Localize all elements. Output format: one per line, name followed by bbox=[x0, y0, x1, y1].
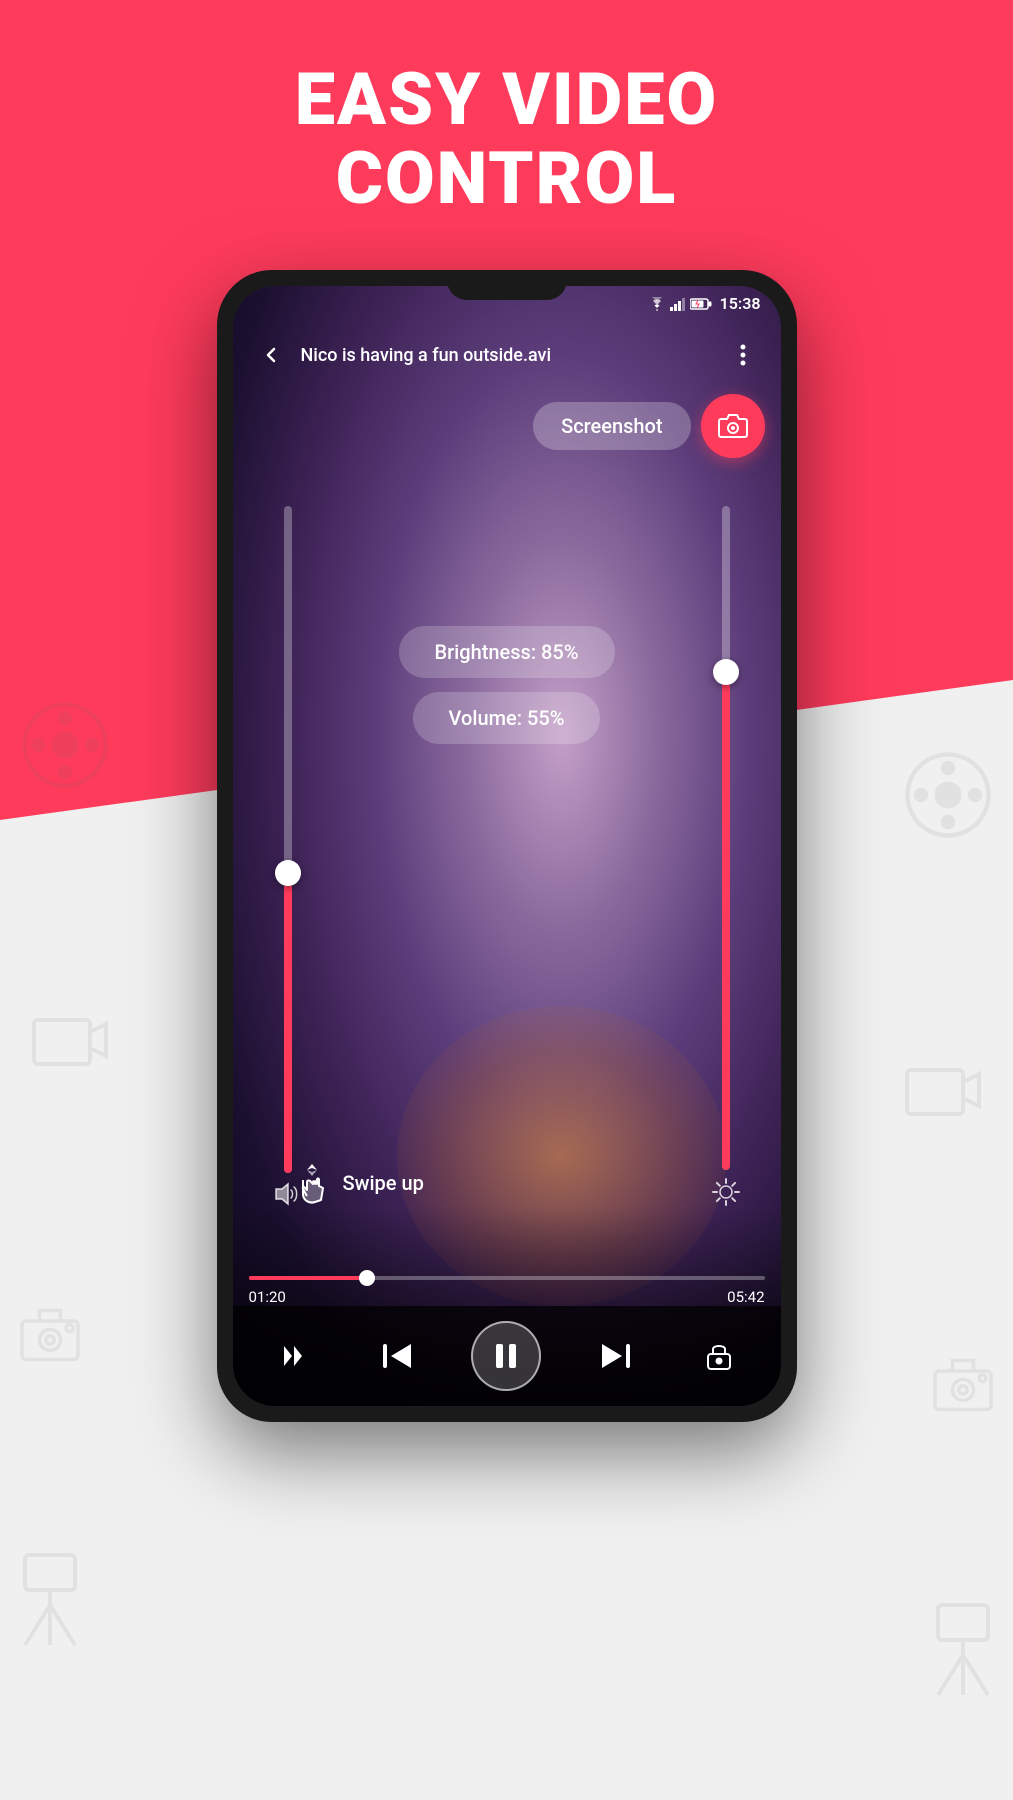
brightness-slider-thumb[interactable] bbox=[713, 659, 739, 685]
progress-bar-thumb[interactable] bbox=[359, 1270, 375, 1286]
lock-button[interactable] bbox=[689, 1326, 749, 1386]
volume-slider-fill bbox=[284, 873, 292, 1173]
video-title: Nico is having a fun outside.avi bbox=[301, 345, 713, 366]
progress-current-time: 01:20 bbox=[249, 1288, 286, 1306]
hero-title: EASY VIDEO CONTROL bbox=[0, 60, 1013, 218]
progress-times: 01:20 05:42 bbox=[249, 1288, 765, 1306]
previous-button[interactable] bbox=[368, 1326, 428, 1386]
progress-container: 01:20 05:42 bbox=[249, 1276, 765, 1306]
volume-slider-track bbox=[284, 506, 292, 1173]
volume-slider-thumb[interactable] bbox=[275, 860, 301, 886]
playback-controls bbox=[233, 1306, 781, 1406]
control-badges: Brightness: 85% Volume: 55% bbox=[398, 626, 614, 744]
next-button[interactable] bbox=[585, 1326, 645, 1386]
effects-button[interactable] bbox=[264, 1326, 324, 1386]
progress-bar-track[interactable] bbox=[249, 1276, 765, 1280]
battery-icon bbox=[690, 298, 712, 310]
phone-notch bbox=[447, 270, 567, 300]
hero-line1: EASY VIDEO bbox=[0, 60, 1013, 139]
brightness-slider-track bbox=[722, 506, 730, 1170]
phone-mockup: 15:38 Nico is having a fun outside.avi bbox=[217, 270, 797, 1422]
wifi-icon bbox=[648, 297, 666, 311]
pause-button[interactable] bbox=[471, 1321, 541, 1391]
volume-slider[interactable] bbox=[263, 506, 313, 1206]
status-icons: 15:38 bbox=[648, 294, 761, 313]
screenshot-label: Screenshot bbox=[533, 402, 690, 450]
back-button[interactable] bbox=[249, 333, 293, 377]
phone-screen: 15:38 Nico is having a fun outside.avi bbox=[233, 286, 781, 1406]
brightness-icon bbox=[712, 1178, 740, 1206]
screenshot-area: Screenshot bbox=[533, 394, 764, 458]
swipe-text: Swipe up bbox=[343, 1171, 424, 1195]
brightness-slider-fill bbox=[722, 672, 730, 1170]
progress-total-time: 05:42 bbox=[727, 1288, 764, 1306]
swipe-instruction: Swipe up bbox=[293, 1161, 424, 1206]
swipe-hand-icon bbox=[293, 1161, 331, 1206]
more-options-button[interactable] bbox=[721, 333, 765, 377]
brightness-badge: Brightness: 85% bbox=[398, 626, 614, 678]
phone-frame: 15:38 Nico is having a fun outside.avi bbox=[217, 270, 797, 1422]
screenshot-camera-button[interactable] bbox=[701, 394, 765, 458]
brightness-slider[interactable] bbox=[701, 506, 751, 1206]
hero-line2: CONTROL bbox=[0, 139, 1013, 218]
volume-badge: Volume: 55% bbox=[413, 692, 601, 744]
app-bar: Nico is having a fun outside.avi bbox=[233, 321, 781, 389]
signal-icon bbox=[670, 297, 686, 311]
progress-bar-fill bbox=[249, 1276, 368, 1280]
status-time: 15:38 bbox=[720, 294, 761, 313]
